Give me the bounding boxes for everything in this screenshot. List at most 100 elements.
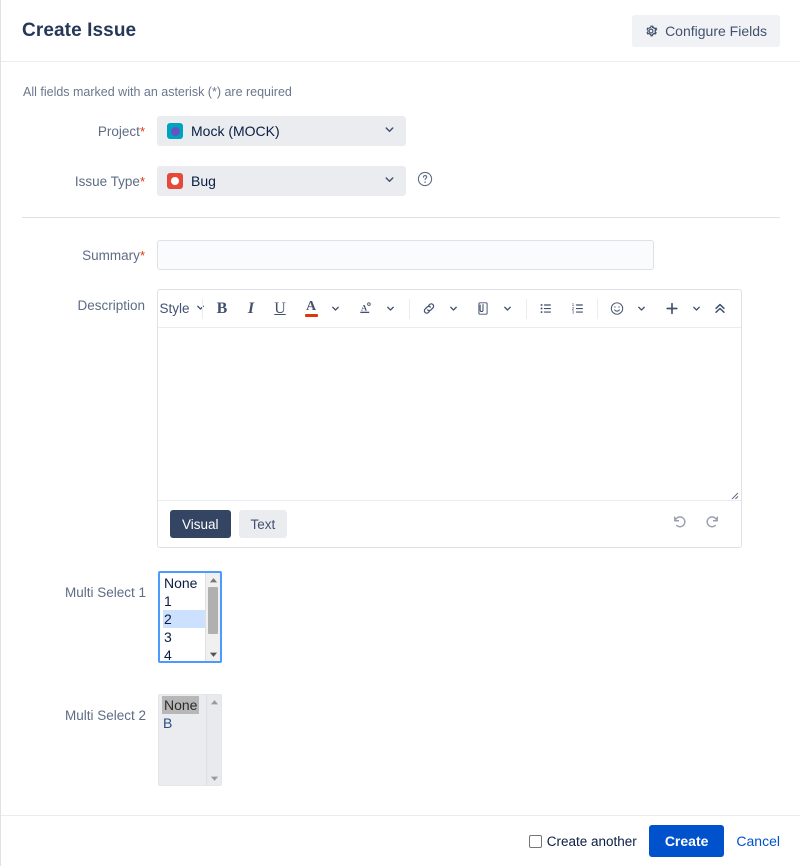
bullet-list-button[interactable] bbox=[534, 296, 558, 322]
bullet-list-icon bbox=[538, 300, 554, 317]
emoji-icon bbox=[609, 300, 625, 317]
page-title: Create Issue bbox=[22, 20, 136, 42]
field-row-description: Description Style B bbox=[22, 289, 780, 548]
description-textarea[interactable] bbox=[158, 328, 741, 500]
editor-mode-text[interactable]: Text bbox=[239, 510, 288, 538]
scrollbar-thumb[interactable] bbox=[208, 587, 218, 634]
toolbar-separator bbox=[202, 299, 203, 319]
editor-mode-visual[interactable]: Visual bbox=[170, 510, 231, 538]
multi-select-1[interactable]: None 1 2 3 4 5 bbox=[158, 571, 222, 663]
scroll-up-arrow-icon[interactable] bbox=[207, 695, 221, 709]
undo-redo-group bbox=[671, 513, 729, 535]
configure-fields-button[interactable]: Configure Fields bbox=[632, 15, 780, 47]
dialog-body: All fields marked with an asterisk (*) a… bbox=[1, 62, 800, 815]
insert-dropdown[interactable] bbox=[684, 296, 708, 322]
style-dropdown-button[interactable]: Style bbox=[168, 296, 195, 322]
scrollbar-track[interactable] bbox=[207, 709, 221, 771]
link-dropdown[interactable] bbox=[441, 296, 465, 322]
chevron-double-up-icon bbox=[712, 300, 728, 317]
chevron-down-icon bbox=[383, 123, 396, 139]
create-button[interactable]: Create bbox=[649, 825, 725, 857]
underline-label: U bbox=[274, 300, 286, 318]
multi-select-1-label: Multi Select 1 bbox=[22, 571, 158, 602]
multi-select-2-scrollbar[interactable] bbox=[206, 695, 221, 785]
issue-type-select[interactable]: Bug bbox=[157, 166, 406, 196]
cancel-link[interactable]: Cancel bbox=[736, 833, 780, 849]
dialog-footer: Create another Create Cancel bbox=[1, 815, 800, 866]
field-row-multi-select-2: Multi Select 2 None B bbox=[22, 694, 780, 786]
text-color-dropdown[interactable] bbox=[323, 296, 347, 322]
project-label-text: Project bbox=[98, 124, 140, 139]
create-another-label: Create another bbox=[547, 834, 637, 849]
insert-button[interactable] bbox=[660, 296, 684, 322]
text-color-button[interactable]: A bbox=[299, 296, 323, 322]
link-icon bbox=[421, 300, 437, 317]
gear-icon bbox=[644, 24, 658, 38]
undo-icon[interactable] bbox=[671, 513, 688, 535]
issue-type-select-value: Bug bbox=[183, 173, 383, 189]
required-asterisk: * bbox=[140, 124, 145, 139]
project-avatar-icon bbox=[167, 123, 183, 139]
toolbar-separator bbox=[597, 299, 598, 319]
dialog-header: Create Issue Configure Fields bbox=[1, 0, 800, 62]
svg-text:A: A bbox=[361, 303, 368, 313]
create-another-checkbox[interactable]: Create another bbox=[529, 834, 637, 849]
issue-type-label-text: Issue Type bbox=[75, 174, 140, 189]
chevron-down-icon bbox=[385, 303, 396, 314]
highlight-color-dropdown[interactable] bbox=[378, 296, 402, 322]
required-asterisk: * bbox=[140, 174, 145, 189]
editor-footer: Visual Text bbox=[158, 500, 741, 547]
multi-select-1-scrollbar[interactable] bbox=[205, 573, 220, 661]
bold-button[interactable]: B bbox=[210, 296, 234, 322]
description-label: Description bbox=[22, 289, 157, 315]
description-editor: Style B I U bbox=[157, 289, 742, 548]
configure-fields-label: Configure Fields bbox=[665, 23, 767, 39]
toolbar-separator bbox=[409, 299, 410, 319]
highlight-color-button[interactable]: A bbox=[354, 296, 378, 322]
chevron-down-icon bbox=[448, 303, 459, 314]
project-select[interactable]: Mock (MOCK) bbox=[157, 116, 406, 146]
italic-label: I bbox=[248, 300, 254, 318]
multi-select-2[interactable]: None B bbox=[158, 694, 222, 786]
list-item[interactable]: None bbox=[162, 696, 199, 714]
link-button[interactable] bbox=[417, 296, 441, 322]
summary-label-text: Summary bbox=[82, 248, 140, 263]
scrollbar-track[interactable] bbox=[206, 587, 220, 647]
chevron-down-icon bbox=[636, 303, 647, 314]
create-issue-dialog: Create Issue Configure Fields All fields… bbox=[0, 0, 800, 866]
collapse-toolbar-button[interactable] bbox=[708, 296, 732, 322]
project-select-value: Mock (MOCK) bbox=[183, 123, 383, 139]
project-label: Project* bbox=[22, 116, 157, 141]
scroll-down-arrow-icon[interactable] bbox=[207, 771, 221, 785]
bug-icon bbox=[167, 173, 183, 189]
chevron-down-icon bbox=[383, 173, 396, 189]
text-color-label: A bbox=[306, 300, 316, 313]
attachment-button[interactable] bbox=[471, 296, 495, 322]
scroll-up-arrow-icon[interactable] bbox=[206, 573, 220, 587]
help-circle-icon[interactable] bbox=[417, 171, 433, 192]
field-row-issue-type: Issue Type* Bug bbox=[22, 166, 780, 196]
chevron-down-icon bbox=[330, 303, 341, 314]
checkbox-box[interactable] bbox=[529, 835, 542, 848]
plus-icon bbox=[664, 300, 680, 317]
emoji-dropdown[interactable] bbox=[629, 296, 653, 322]
attachment-dropdown[interactable] bbox=[495, 296, 519, 322]
emoji-button[interactable] bbox=[605, 296, 629, 322]
required-fields-note: All fields marked with an asterisk (*) a… bbox=[22, 62, 780, 99]
bold-label: B bbox=[217, 300, 228, 318]
field-row-summary: Summary* bbox=[22, 240, 780, 270]
issue-type-label: Issue Type* bbox=[22, 166, 157, 191]
toolbar-separator bbox=[526, 299, 527, 319]
description-label-text: Description bbox=[77, 298, 145, 313]
redo-icon[interactable] bbox=[704, 513, 721, 535]
style-label: Style bbox=[160, 301, 190, 316]
scroll-down-arrow-icon[interactable] bbox=[206, 647, 220, 661]
chevron-down-icon bbox=[691, 303, 702, 314]
chevron-down-icon bbox=[195, 301, 206, 316]
text-color-swatch bbox=[305, 314, 318, 317]
underline-button[interactable]: U bbox=[268, 296, 292, 322]
resize-grip-icon[interactable] bbox=[728, 487, 739, 498]
numbered-list-button[interactable]: 1 2 3 bbox=[566, 296, 590, 322]
summary-input[interactable] bbox=[157, 240, 654, 270]
italic-button[interactable]: I bbox=[239, 296, 263, 322]
